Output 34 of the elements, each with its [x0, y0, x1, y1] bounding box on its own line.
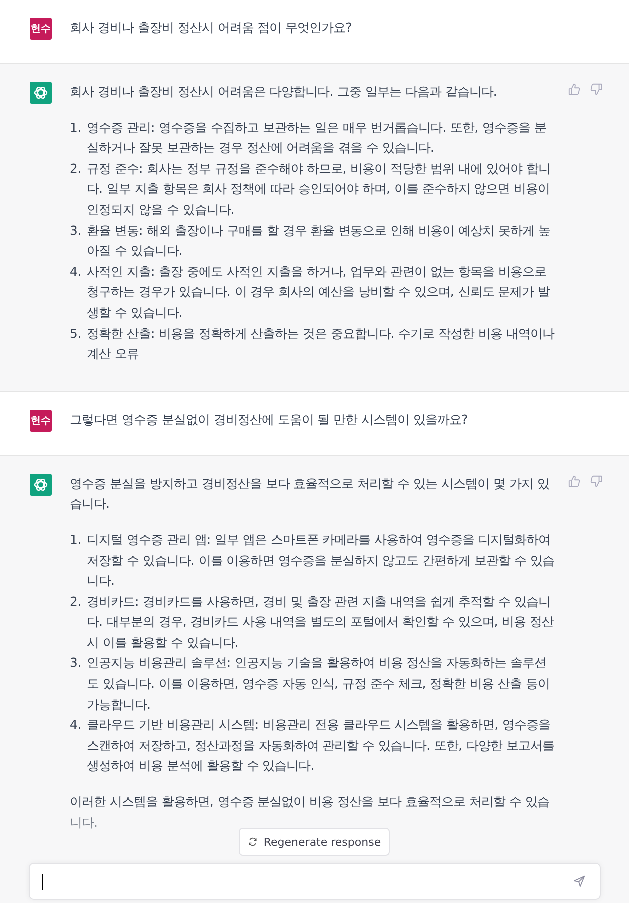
- message-text: 회사 경비나 출장비 정산시 어려움 점이 무엇인가요?: [70, 19, 354, 37]
- message-text: 영수증 분실을 방지하고 경비정산을 보다 효율적으로 처리할 수 있는 시스템이 몇 가지 있습니다.: [70, 474, 550, 514]
- list-number: 4.: [70, 716, 83, 734]
- user-avatar: 헌수: [30, 410, 52, 432]
- list-item-text: 영수증 관리: 영수증을 수집하고 보관하는 일은 매우 번거롭습니다. 또한, 영수증을 분실하거나 잘못 보관하는 경우 정산에 어려움을 겪을 수 있습니다.: [87, 118, 548, 158]
- message-text: 회사 경비나 출장비 정산시 어려움은 다양합니다. 그중 일부는 다음과 같습니다.: [70, 83, 498, 101]
- list-number: 1.: [70, 530, 83, 549]
- list-number: 2.: [70, 592, 83, 611]
- assistant-logo-icon: [30, 82, 52, 104]
- list-item-text: 디지털 영수증 관리 앱: 일부 앱은 스마트폰 카메라를 사용하여 영수증을 디지털화하여 저장할 수 있습니다. 이를 이용하면 영수증을 분실하지 않고도 간편하게 보관할 수 있습니다.: [87, 530, 556, 590]
- list-number: 3.: [70, 654, 83, 672]
- list-item-text: 규정 준수: 회사는 정부 규정을 준수해야 하므로, 비용이 적당한 범위 내에 있어야 합니다. 일부 지출 항목은 회사 정책에 따라 승인되어야 하며, 이를 준수하지 않으면 비용이 인정되지 않을 수 있습니다.: [87, 160, 552, 219]
- list-number: 5.: [70, 324, 83, 343]
- list-number: 3.: [70, 222, 83, 240]
- list-number: 1.: [70, 118, 83, 137]
- list-item-text: 사적인 지출: 출장 중에도 사적인 지출을 하거나, 업무와 관련이 없는 항목을 비용으로 청구하는 경우가 있습니다. 이 경우 회사의 예산을 낭비할 수 있으며, 신뢰도 문제가 발생할 수 있습니다.: [87, 262, 552, 322]
- send-icon[interactable]: [572, 875, 586, 888]
- refresh-icon: [248, 837, 258, 847]
- thumbs-up-icon[interactable]: [568, 83, 581, 96]
- list-item-text: 인공지능 비용관리 솔루션: 인공지능 기술을 활용하여 비용 정산을 자동화하는 솔루션도 있습니다. 이를 이용하면, 영수증 자동 인식, 규정 준수 체크, 정확한 비용 산출 등이 가능합니다.: [87, 654, 551, 714]
- thumbs-down-icon[interactable]: [590, 83, 603, 96]
- thumbs-up-icon[interactable]: [568, 474, 581, 488]
- message-text: 그렇다면 영수증 분실없이 경비정산에 도움이 될 만한 시스템이 있을까요?: [70, 410, 470, 429]
- list-item-text: 경비카드: 경비카드를 사용하면, 경비 및 출장 관련 지출 내역을 쉽게 추적할 수 있습니다. 대부분의 경우, 경비카드 사용 내역을 별도의 포털에서 확인할 수 있으며, 비용 정산 시 이를 활용할 수 있습니다.: [87, 592, 556, 652]
- thumbs-down-icon[interactable]: [590, 474, 603, 488]
- regenerate-button[interactable]: Regenerate response: [238, 828, 390, 856]
- list-number: 4.: [70, 262, 83, 281]
- list-item-text: 클라우드 기반 비용관리 시스템: 비용관리 전용 클라우드 시스템을 활용하면, 영수증을 스캔하여 저장하고, 정산과정을 자동화하여 관리할 수 있습니다. 또한, 다양한 보고서를 생성하여 비용 분석에 활용할 수 있습니다.: [87, 716, 556, 776]
- user-avatar: 헌수: [30, 18, 52, 40]
- list-item-text: 환율 변동: 해외 출장이나 구매를 할 경우 환율 변동으로 인해 비용이 예상치 못하게 높아질 수 있습니다.: [87, 222, 552, 260]
- list-number: 2.: [70, 160, 83, 178]
- message-input-field[interactable]: [28, 863, 600, 900]
- assistant-logo-icon: [30, 474, 52, 496]
- list-item-text: 정확한 산출: 비용을 정확하게 산출하는 것은 중요합니다. 수기로 작성한 비용 내역이나 계산 오류: [87, 324, 556, 364]
